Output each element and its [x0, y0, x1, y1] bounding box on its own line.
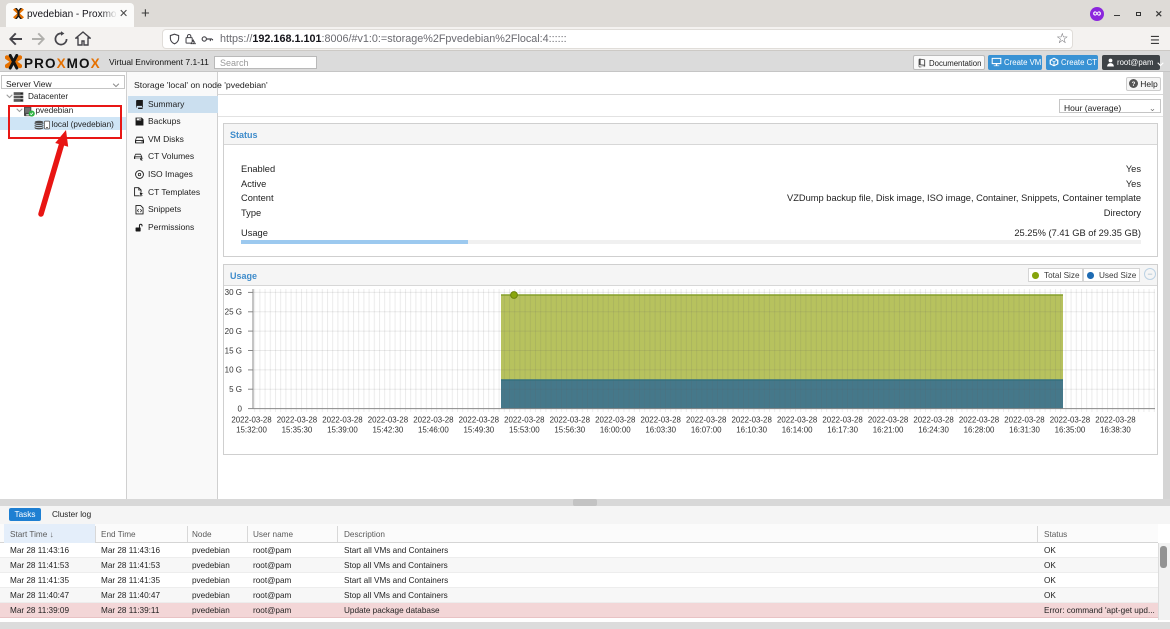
svg-text:16:21:00: 16:21:00	[873, 426, 904, 435]
svg-text:2022-03-28: 2022-03-28	[368, 416, 409, 425]
svg-text:2022-03-28: 2022-03-28	[595, 416, 636, 425]
svg-text:2022-03-28: 2022-03-28	[913, 416, 954, 425]
svg-text:2022-03-28: 2022-03-28	[822, 416, 863, 425]
svg-text:2022-03-28: 2022-03-28	[959, 416, 1000, 425]
svg-text:2022-03-28: 2022-03-28	[731, 416, 772, 425]
svg-text:2022-03-28: 2022-03-28	[868, 416, 909, 425]
svg-text:16:03:30: 16:03:30	[645, 426, 676, 435]
svg-text:2022-03-28: 2022-03-28	[686, 416, 727, 425]
svg-text:2022-03-28: 2022-03-28	[459, 416, 500, 425]
svg-text:30 G: 30 G	[225, 288, 242, 297]
svg-text:16:00:00: 16:00:00	[600, 426, 631, 435]
svg-text:2022-03-28: 2022-03-28	[1050, 416, 1091, 425]
svg-text:15:49:30: 15:49:30	[463, 426, 494, 435]
svg-text:16:17:30: 16:17:30	[827, 426, 858, 435]
svg-text:15:53:00: 15:53:00	[509, 426, 540, 435]
svg-text:0: 0	[238, 404, 243, 413]
svg-text:2022-03-28: 2022-03-28	[1095, 416, 1136, 425]
svg-text:15:42:30: 15:42:30	[373, 426, 404, 435]
svg-text:15 G: 15 G	[225, 346, 242, 355]
svg-text:15:32:00: 15:32:00	[236, 426, 267, 435]
svg-text:15:35:30: 15:35:30	[282, 426, 313, 435]
svg-text:15:39:00: 15:39:00	[327, 426, 358, 435]
svg-text:2022-03-28: 2022-03-28	[777, 416, 818, 425]
svg-text:16:14:00: 16:14:00	[782, 426, 813, 435]
svg-text:2022-03-28: 2022-03-28	[641, 416, 682, 425]
svg-text:2022-03-28: 2022-03-28	[231, 416, 272, 425]
svg-text:16:28:00: 16:28:00	[964, 426, 995, 435]
svg-text:2022-03-28: 2022-03-28	[277, 416, 318, 425]
svg-text:2022-03-28: 2022-03-28	[413, 416, 454, 425]
svg-text:5 G: 5 G	[229, 385, 242, 394]
svg-text:2022-03-28: 2022-03-28	[550, 416, 591, 425]
svg-text:16:38:30: 16:38:30	[1100, 426, 1131, 435]
svg-text:16:10:30: 16:10:30	[736, 426, 767, 435]
svg-text:20 G: 20 G	[225, 327, 242, 336]
svg-text:2022-03-28: 2022-03-28	[1004, 416, 1045, 425]
svg-text:16:07:00: 16:07:00	[691, 426, 722, 435]
svg-text:16:31:30: 16:31:30	[1009, 426, 1040, 435]
svg-text:15:56:30: 15:56:30	[554, 426, 585, 435]
svg-text:16:35:00: 16:35:00	[1055, 426, 1086, 435]
svg-text:?: ?	[1132, 81, 1136, 88]
svg-text:2022-03-28: 2022-03-28	[504, 416, 545, 425]
svg-text:16:24:30: 16:24:30	[918, 426, 949, 435]
svg-text:10 G: 10 G	[225, 366, 242, 375]
svg-text:2022-03-28: 2022-03-28	[322, 416, 363, 425]
svg-text:25 G: 25 G	[225, 308, 242, 317]
svg-text:15:46:00: 15:46:00	[418, 426, 449, 435]
